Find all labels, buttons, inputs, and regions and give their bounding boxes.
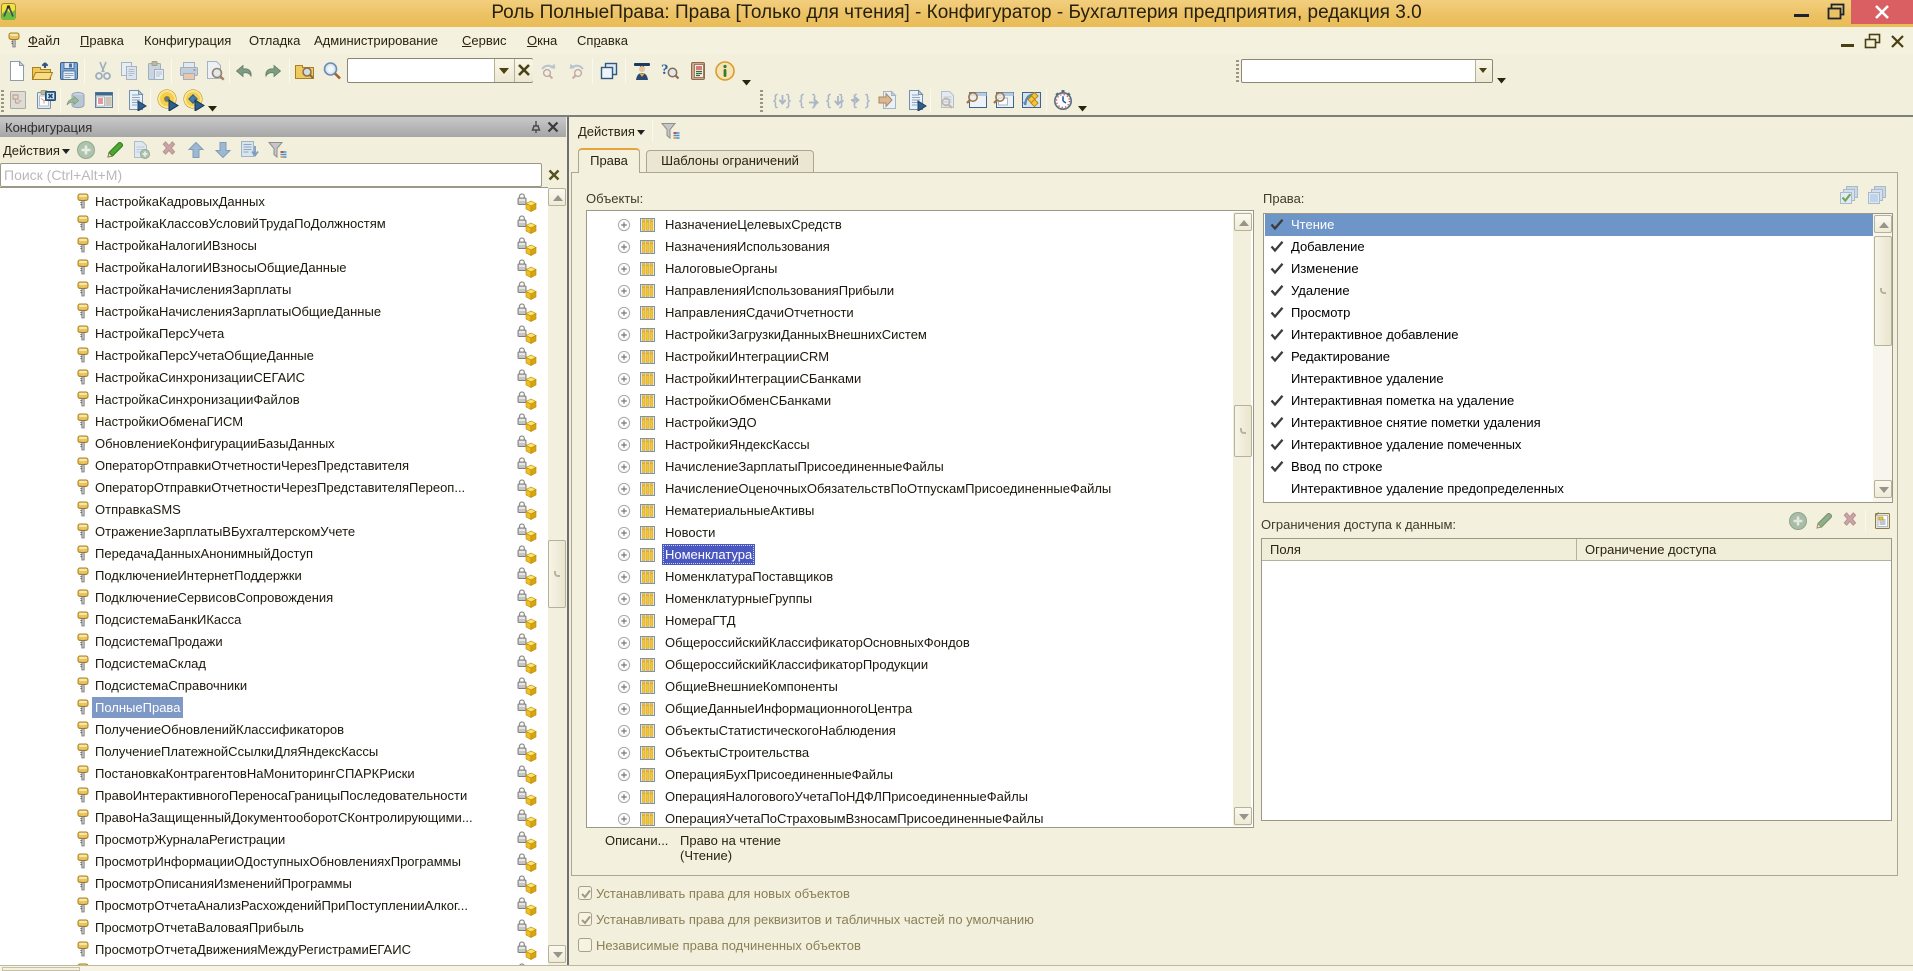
- svg-text:}: }: [839, 92, 844, 109]
- svg-text:?: ?: [661, 62, 669, 78]
- svg-text:{: {: [826, 92, 831, 109]
- svg-text:}: }: [865, 92, 870, 109]
- svg-text:{: {: [799, 92, 804, 109]
- svg-text:}: }: [786, 92, 791, 109]
- svg-text:{: {: [773, 92, 778, 109]
